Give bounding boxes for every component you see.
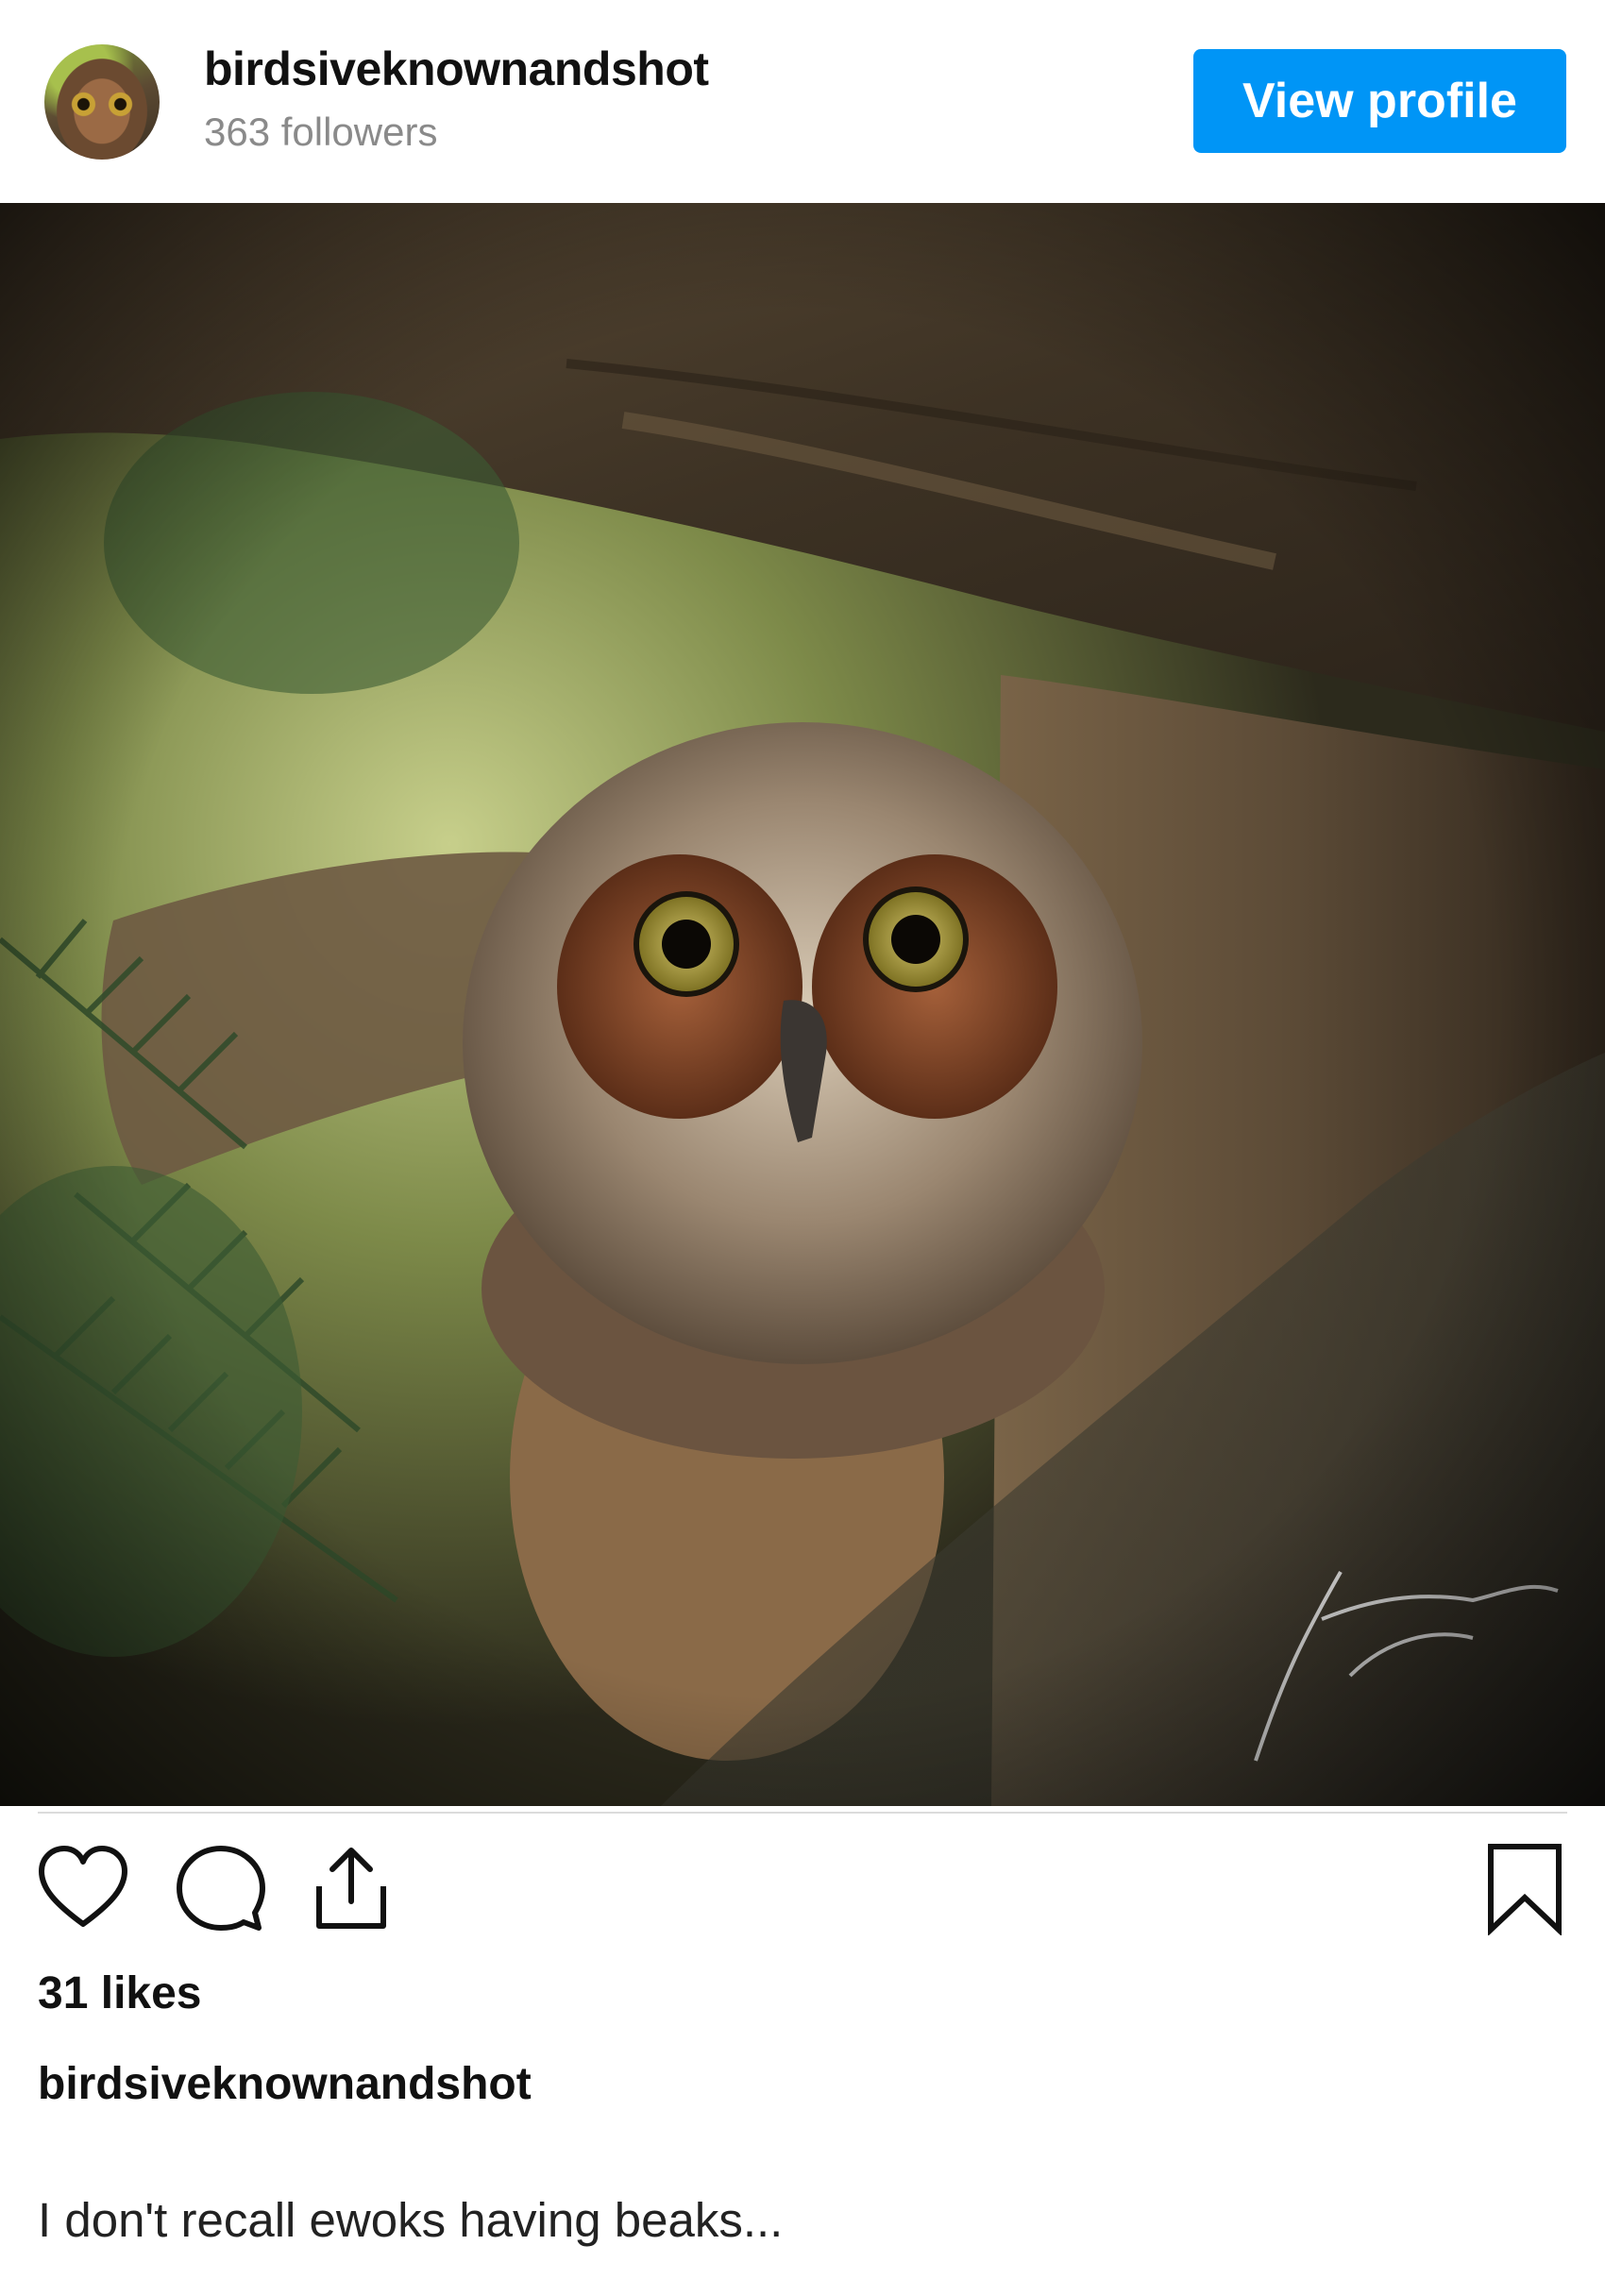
divider — [38, 1812, 1567, 1814]
like-icon[interactable] — [36, 1841, 130, 1935]
profile-avatar[interactable] — [44, 44, 160, 160]
post-photo[interactable] — [0, 203, 1605, 1806]
bookmark-icon[interactable] — [1478, 1841, 1572, 1936]
owl-photo-image — [0, 203, 1605, 1806]
view-profile-button[interactable]: View profile — [1193, 49, 1566, 153]
profile-username[interactable]: birdsiveknownandshot — [204, 42, 709, 96]
comment-icon[interactable] — [172, 1841, 266, 1935]
share-icon[interactable] — [304, 1841, 398, 1935]
post-header: birdsiveknownandshot 363 followers View … — [0, 0, 1605, 203]
follower-count: 363 followers — [204, 110, 438, 154]
post-caption: I don't recall ewoks having beaks... — [38, 2193, 784, 2247]
caption-username[interactable]: birdsiveknownandshot — [38, 2058, 532, 2110]
like-count[interactable]: 31 likes — [38, 1967, 201, 2019]
